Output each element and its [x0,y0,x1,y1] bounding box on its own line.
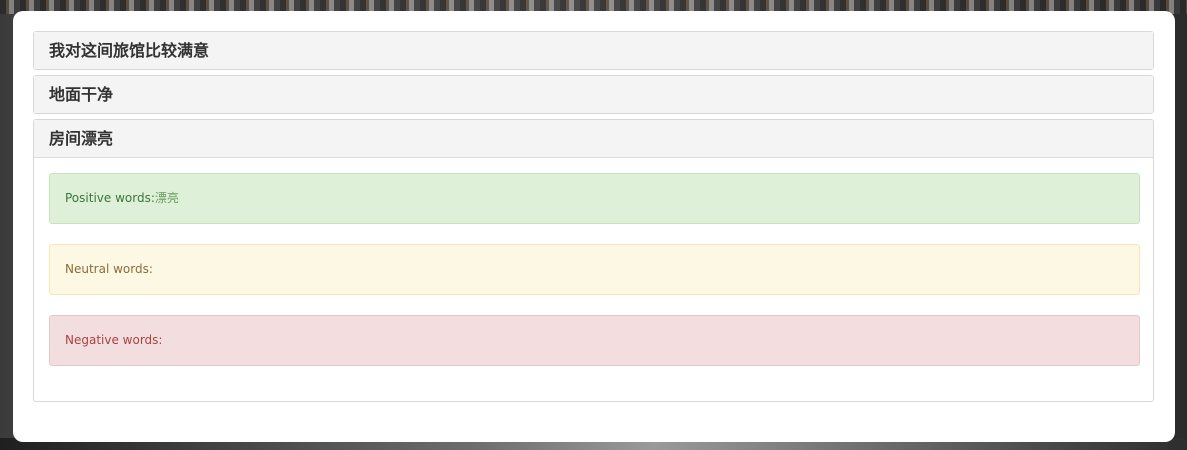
results-card: 我对这间旅馆比较满意 地面干净 房间漂亮 Positive words:漂亮 N… [13,11,1175,442]
positive-words-label: Positive words: [65,191,155,205]
sentence-panel-2[interactable]: 地面干净 [33,75,1154,114]
positive-words-value: 漂亮 [154,191,179,205]
sentence-panel-3[interactable]: 房间漂亮 Positive words:漂亮 Neutral words: Ne… [33,119,1154,402]
sentence-panel-2-title[interactable]: 地面干净 [34,76,1153,113]
sentence-panel-1-title[interactable]: 我对这间旅馆比较满意 [34,32,1153,69]
neutral-words-label: Neutral words: [65,262,153,276]
neutral-words-alert: Neutral words: [49,244,1140,295]
negative-words-alert: Negative words: [49,315,1140,366]
positive-words-alert: Positive words:漂亮 [49,173,1140,224]
negative-words-label: Negative words: [65,333,163,347]
sentence-panel-3-title[interactable]: 房间漂亮 [34,120,1153,158]
sentence-panel-1[interactable]: 我对这间旅馆比较满意 [33,31,1154,70]
